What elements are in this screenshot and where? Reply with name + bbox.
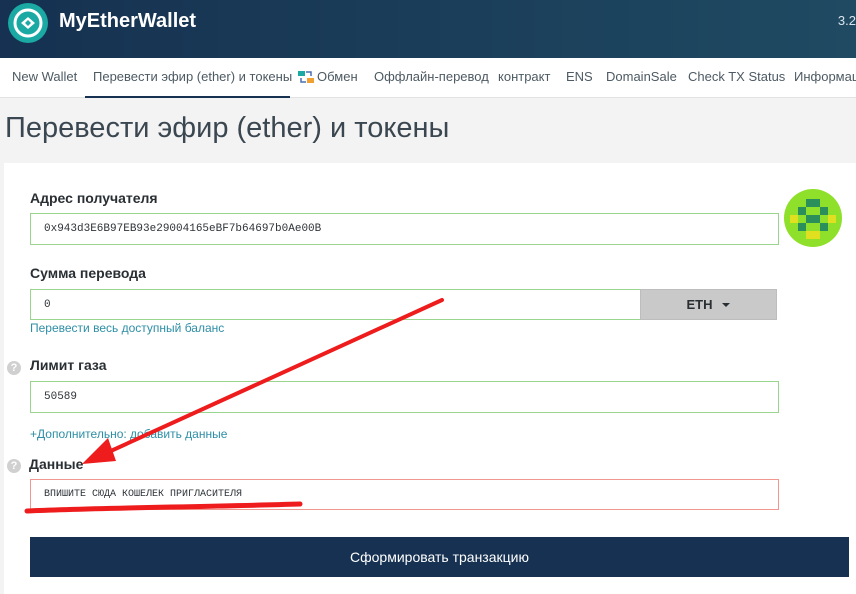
version-label: 3.2 (837, 13, 856, 28)
caret-down-icon (721, 302, 730, 307)
gas-limit-label: Лимит газа (30, 357, 107, 373)
active-tab-indicator (85, 96, 290, 98)
nav-tab-swap-label: Обмен (317, 69, 358, 84)
currency-label: ETH (686, 297, 713, 312)
nav-tab-check-tx[interactable]: Check TX Status (688, 69, 785, 84)
advanced-add-data-link[interactable]: +Дополнительно: добавить данные (30, 427, 227, 441)
nav-tab-contracts[interactable]: контракт (498, 69, 550, 84)
nav-tab-swap[interactable]: Обмен (298, 69, 358, 84)
nav-tab-offline[interactable]: Оффлайн-перевод (374, 69, 489, 84)
recipient-label: Адрес получателя (30, 190, 158, 206)
main-nav: New Wallet Перевести эфир (ether) и токе… (0, 58, 856, 98)
data-input[interactable]: ВПИШИТЕ СЮДА КОШЕЛЕК ПРИГЛАСИТЕЛЯ (30, 479, 779, 510)
currency-dropdown[interactable]: ETH (640, 289, 777, 320)
brand-name[interactable]: MyEtherWallet (59, 10, 196, 33)
address-identicon (784, 189, 842, 247)
data-label: Данные (29, 456, 84, 472)
data-help-icon[interactable]: ? (7, 459, 21, 473)
mew-logo-icon[interactable] (8, 3, 48, 43)
page-title: Перевести эфир (ether) и токены (5, 112, 450, 144)
nav-tab-info[interactable]: Информац (794, 69, 856, 84)
amount-input[interactable]: 0 (30, 289, 641, 320)
top-header: MyEtherWallet 3.2 (0, 0, 856, 58)
nav-tab-domainsale[interactable]: DomainSale (606, 69, 677, 84)
swap-icon (298, 70, 314, 83)
amount-label: Сумма перевода (30, 265, 146, 281)
nav-tab-new-wallet[interactable]: New Wallet (12, 69, 77, 84)
gas-help-icon[interactable]: ? (7, 361, 21, 375)
generate-transaction-button[interactable]: Сформировать транзакцию (30, 537, 849, 577)
nav-tab-ens[interactable]: ENS (566, 69, 593, 84)
recipient-address-input[interactable]: 0x943d3E6B97EB93e29004165eBF7b64697b0Ae0… (30, 213, 779, 245)
send-entire-balance-link[interactable]: Перевести весь доступный баланс (30, 321, 224, 335)
nav-tab-send-ether[interactable]: Перевести эфир (ether) и токены (93, 69, 292, 84)
gas-limit-input[interactable]: 50589 (30, 381, 779, 413)
